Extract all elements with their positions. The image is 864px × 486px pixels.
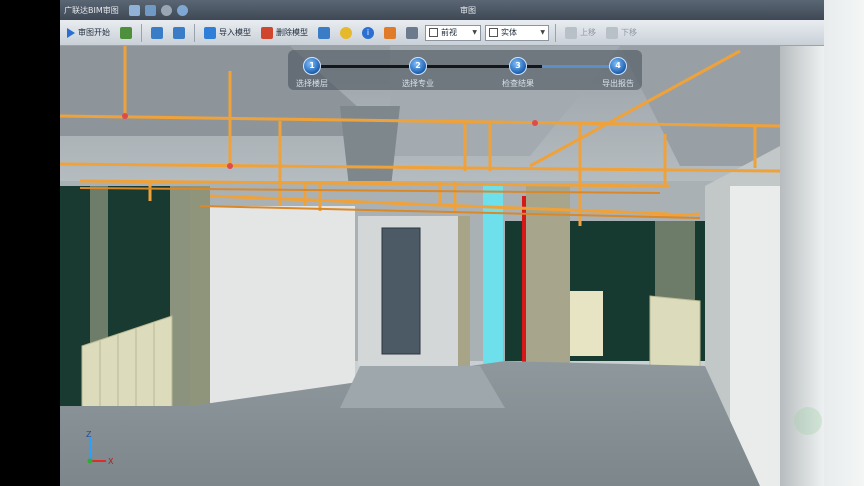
- pipe-joint: [227, 163, 233, 169]
- left-wall-pillar: [170, 186, 190, 416]
- building-scene: Z X: [60, 46, 824, 486]
- print-icon: [173, 26, 185, 39]
- render-icon: [489, 28, 498, 37]
- grid-icon[interactable]: [128, 4, 140, 16]
- wizard-step-2-label: 选择专业: [402, 79, 434, 88]
- delete-model-button[interactable]: 删除模型: [258, 23, 311, 43]
- arrow-down-icon: [606, 26, 618, 39]
- column: [458, 216, 470, 366]
- view-select[interactable]: 前视 ▼: [425, 24, 481, 41]
- floor: [340, 366, 505, 408]
- center-wall: [210, 206, 355, 410]
- workflow-wizard: 1 选择楼层 2 选择专业 3 检查结果 4 导出报告: [288, 50, 642, 90]
- view-button[interactable]: [148, 23, 166, 43]
- document-title: 审图: [460, 6, 476, 15]
- info-icon: i: [362, 26, 374, 39]
- wizard-step-4-label: 导出报告: [602, 79, 634, 88]
- tag-icon: [384, 26, 396, 39]
- import-model-button[interactable]: 导入模型: [201, 23, 254, 43]
- play-button-label: 审图开始: [78, 28, 110, 37]
- axis-z-label: Z: [86, 430, 92, 439]
- render-select-value: 实体: [501, 28, 517, 37]
- play-button[interactable]: 审图开始: [64, 23, 113, 43]
- layers-icon: [318, 26, 330, 39]
- next-view-label: 上移: [580, 28, 596, 37]
- wizard-step-3-label: 检查结果: [502, 79, 534, 88]
- arrow-up-icon: [565, 26, 577, 39]
- toolbar-separator: [194, 23, 195, 42]
- settings-icon[interactable]: [160, 4, 172, 16]
- view-select-value: 前视: [441, 28, 457, 37]
- wizard-step-1-label: 选择楼层: [296, 79, 328, 88]
- layers-button[interactable]: [315, 23, 333, 43]
- wizard-step-3[interactable]: 3: [509, 57, 527, 75]
- 3d-viewport[interactable]: Z X: [60, 46, 824, 486]
- app-title: 广联达BIM审图: [64, 5, 119, 15]
- axis-x-label: X: [108, 457, 114, 466]
- lock-icon: [406, 26, 418, 39]
- cube-icon: [429, 28, 438, 37]
- toolbar-separator: [141, 23, 142, 42]
- column: [190, 186, 210, 411]
- play-icon: [67, 27, 75, 38]
- pipe-joint: [532, 120, 538, 126]
- document-icon: [120, 26, 132, 39]
- chevron-down-icon: ▼: [472, 29, 477, 36]
- chevron-down-icon: ▼: [540, 29, 545, 36]
- prev-view-label: 下移: [621, 28, 637, 37]
- import-icon: [204, 26, 216, 39]
- render-select[interactable]: 实体 ▼: [485, 24, 549, 41]
- lightbulb-icon: [340, 26, 352, 39]
- info-button[interactable]: i: [359, 23, 377, 43]
- cabinet: [570, 291, 603, 356]
- print-button[interactable]: [170, 23, 188, 43]
- lock-button[interactable]: [403, 23, 421, 43]
- import-model-label: 导入模型: [219, 28, 251, 37]
- wizard-step-2[interactable]: 2: [409, 57, 427, 75]
- pipe-joint: [122, 113, 128, 119]
- title-bar: 广联达BIM审图 审图: [60, 0, 824, 20]
- bim-viewer-window: 广联达BIM审图 审图 审图开始 导入模型 删除模型 i 前视 ▼ 实体 ▼ 上…: [60, 0, 824, 486]
- monitor-icon[interactable]: [144, 4, 156, 16]
- wizard-progress: [312, 65, 542, 68]
- document-button[interactable]: [117, 23, 135, 43]
- toolbar-separator: [555, 23, 556, 42]
- lightbulb-button[interactable]: [337, 23, 355, 43]
- delete-model-label: 删除模型: [276, 28, 308, 37]
- wizard-step-4[interactable]: 4: [609, 57, 627, 75]
- monitor-icon: [151, 26, 163, 39]
- door[interactable]: [381, 227, 421, 355]
- prev-view-button[interactable]: 下移: [603, 23, 640, 43]
- letterbox-right: [824, 0, 864, 486]
- next-view-button[interactable]: 上移: [562, 23, 599, 43]
- tag-button[interactable]: [381, 23, 399, 43]
- wizard-step-1[interactable]: 1: [303, 57, 321, 75]
- delete-icon: [261, 26, 273, 39]
- help-icon[interactable]: [176, 4, 188, 16]
- navigation-cube[interactable]: [794, 407, 822, 435]
- main-toolbar: 审图开始 导入模型 删除模型 i 前视 ▼ 实体 ▼ 上移 下移: [60, 20, 824, 46]
- wizard-remaining: [542, 65, 617, 68]
- letterbox-left: [0, 0, 60, 486]
